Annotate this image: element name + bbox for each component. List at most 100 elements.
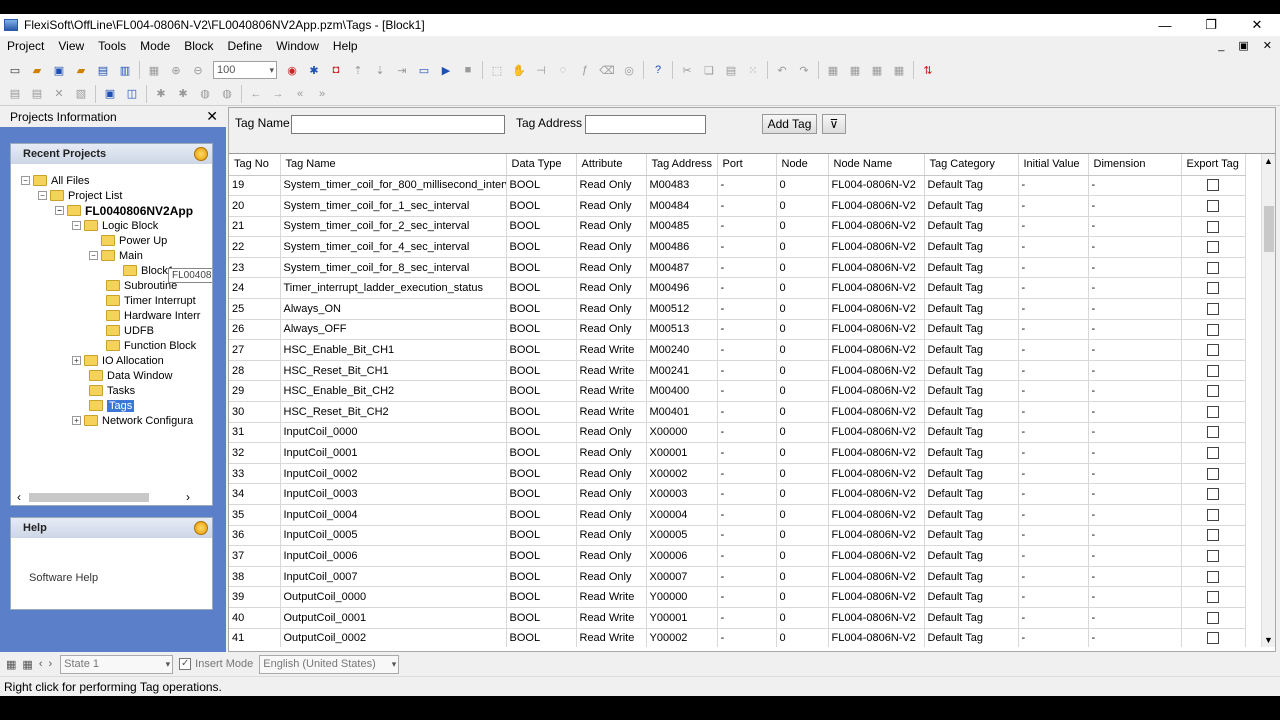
table-cell[interactable]: - — [717, 504, 777, 526]
table-cell[interactable]: Read Only — [576, 298, 647, 320]
table-cell[interactable]: M00484 — [646, 195, 718, 217]
table-cell[interactable]: Default Tag — [924, 463, 1019, 485]
table-row[interactable]: 32 InputCoil_0001 BOOL Read Only X00001-0 FL0… — [229, 442, 1246, 464]
table-cell[interactable]: - — [1088, 401, 1182, 423]
page-setup-icon[interactable]: ▦ — [145, 61, 163, 79]
table-cell[interactable]: - — [1088, 525, 1182, 547]
menu-view[interactable]: View — [51, 36, 91, 56]
table-cell[interactable]: 0 — [776, 504, 829, 526]
table-cell[interactable]: Read Only — [576, 195, 647, 217]
table-cell[interactable]: 0 — [776, 380, 829, 403]
tool-a-icon[interactable]: ✱ — [152, 85, 170, 103]
delete-icon[interactable]: ✕ — [50, 85, 68, 103]
table-cell[interactable]: X00003 — [646, 483, 718, 505]
table-cell[interactable]: FL004-0806N-V2 — [828, 504, 925, 526]
tree-subroutine[interactable]: Subroutine — [106, 278, 177, 293]
restore-button[interactable]: ❐ — [1188, 14, 1234, 36]
tree-io-allocation[interactable]: + IO Allocation — [72, 353, 164, 368]
table-cell[interactable]: Default Tag — [924, 195, 1019, 217]
table-row[interactable]: 26 Always_OFF BOOL Read Only M00513-0 FL004-0… — [229, 319, 1246, 341]
recent-projects-header[interactable]: Recent Projects — [11, 144, 212, 164]
tree-all-files[interactable]: − All Files — [21, 173, 90, 188]
table-cell[interactable]: FL004-0806N-V2 — [828, 319, 925, 341]
export-tag-checkbox[interactable] — [1207, 179, 1219, 192]
export-tag-checkbox[interactable] — [1207, 632, 1219, 645]
table-cell[interactable]: - — [1018, 175, 1089, 197]
table-cell[interactable]: M00485 — [646, 216, 718, 238]
table-cell[interactable]: - — [717, 195, 777, 217]
table-cell[interactable]: System_timer_coil_for_2_sec_interval — [280, 216, 507, 238]
table-cell[interactable]: 36 — [229, 525, 281, 547]
table-cell[interactable]: 27 — [229, 339, 281, 361]
table-cell[interactable]: - — [1088, 628, 1182, 647]
table-row[interactable]: 31 InputCoil_0000 BOOL Read Only X00000-0 FL0… — [229, 422, 1246, 444]
expand-icon[interactable]: + — [72, 356, 81, 365]
table-cell[interactable]: M00241 — [646, 360, 718, 382]
table-cell[interactable]: Read Only — [576, 216, 647, 238]
table-cell[interactable]: - — [1018, 319, 1089, 341]
language-combo[interactable]: English (United States) — [259, 654, 400, 674]
table-cell[interactable]: X00004 — [646, 504, 718, 526]
table-cell[interactable]: Default Tag — [924, 628, 1019, 647]
table-cell[interactable]: FL004-0806N-V2 — [828, 483, 925, 505]
table-cell[interactable]: - — [1088, 566, 1182, 588]
table-cell[interactable]: FL004-0806N-V2 — [828, 566, 925, 588]
table-cell[interactable]: Y00000 — [646, 586, 718, 608]
collapse-icon[interactable] — [194, 147, 208, 161]
grid-icon[interactable]: ⁙ — [744, 61, 762, 79]
table-cell[interactable]: - — [1088, 442, 1182, 464]
database-icon[interactable]: ◫ — [123, 85, 141, 103]
download-icon[interactable]: ⇣ — [371, 61, 389, 79]
table-cell[interactable]: 0 — [776, 566, 829, 588]
zoom-in-icon[interactable]: ⊕ — [167, 61, 185, 79]
table-cell[interactable]: - — [1088, 360, 1182, 382]
table-cell[interactable]: System_timer_coil_for_800_millisecond_in… — [280, 175, 507, 197]
table-cell[interactable]: FL004-0806N-V2 — [828, 401, 925, 423]
table-cell[interactable]: 0 — [776, 236, 829, 258]
table-cell[interactable]: - — [717, 566, 777, 588]
save-all-icon[interactable]: ▤ — [94, 61, 112, 79]
table-cell[interactable]: Default Tag — [924, 380, 1019, 403]
table-cell[interactable]: BOOL — [506, 360, 577, 382]
table-cell[interactable]: BOOL — [506, 195, 577, 217]
column-header[interactable]: Port — [717, 154, 777, 176]
collapse-icon[interactable] — [194, 521, 208, 535]
column-header[interactable]: Node Name — [828, 154, 925, 176]
table-row[interactable]: 24 Timer_interrupt_ladder_execution_statu… — [229, 277, 1246, 300]
table-cell[interactable]: InputCoil_0002 — [280, 463, 507, 485]
table-cell[interactable]: FL004-0806N-V2 — [828, 257, 925, 279]
table-cell[interactable]: - — [1018, 257, 1089, 279]
table-cell[interactable]: 0 — [776, 195, 829, 217]
table-cell[interactable]: - — [1088, 195, 1182, 217]
fast-forward-icon[interactable]: » — [313, 85, 331, 103]
delete-column-icon[interactable]: ▦ — [890, 61, 908, 79]
table-cell[interactable]: BOOL — [506, 586, 577, 608]
mdi-close-button[interactable]: ✕ — [1263, 36, 1272, 56]
table-cell[interactable]: 31 — [229, 422, 281, 444]
table-cell[interactable]: - — [717, 401, 777, 423]
tree-main[interactable]: − Main — [89, 248, 143, 263]
table-cell[interactable]: Default Tag — [924, 545, 1019, 567]
table-cell[interactable]: - — [1018, 525, 1089, 547]
table-cell[interactable]: BOOL — [506, 175, 577, 197]
table-cell[interactable]: BOOL — [506, 504, 577, 526]
table-cell[interactable]: - — [1018, 236, 1089, 258]
table-cell[interactable]: BOOL — [506, 545, 577, 567]
doc-edit-icon[interactable]: ▤ — [28, 85, 46, 103]
table-cell[interactable]: X00006 — [646, 545, 718, 567]
open-folder-icon[interactable]: ▰ — [28, 61, 46, 79]
help-header[interactable]: Help — [11, 518, 212, 538]
table-cell[interactable]: Read Write — [576, 628, 647, 647]
menu-mode[interactable]: Mode — [133, 36, 177, 56]
export-tag-checkbox[interactable] — [1207, 344, 1219, 357]
folder-icon[interactable]: ▰ — [72, 61, 90, 79]
close-button[interactable]: ✕ — [1234, 14, 1280, 36]
layout-icon[interactable]: ▦ — [6, 658, 16, 671]
menu-help[interactable]: Help — [326, 36, 365, 56]
column-header[interactable]: Initial Value — [1018, 154, 1089, 176]
table-cell[interactable]: - — [1018, 504, 1089, 526]
table-cell[interactable]: Read Only — [576, 422, 647, 444]
menu-project[interactable]: Project — [0, 36, 51, 56]
table-cell[interactable]: OutputCoil_0000 — [280, 586, 507, 608]
scroll-down-icon[interactable]: ▼ — [1264, 635, 1273, 645]
